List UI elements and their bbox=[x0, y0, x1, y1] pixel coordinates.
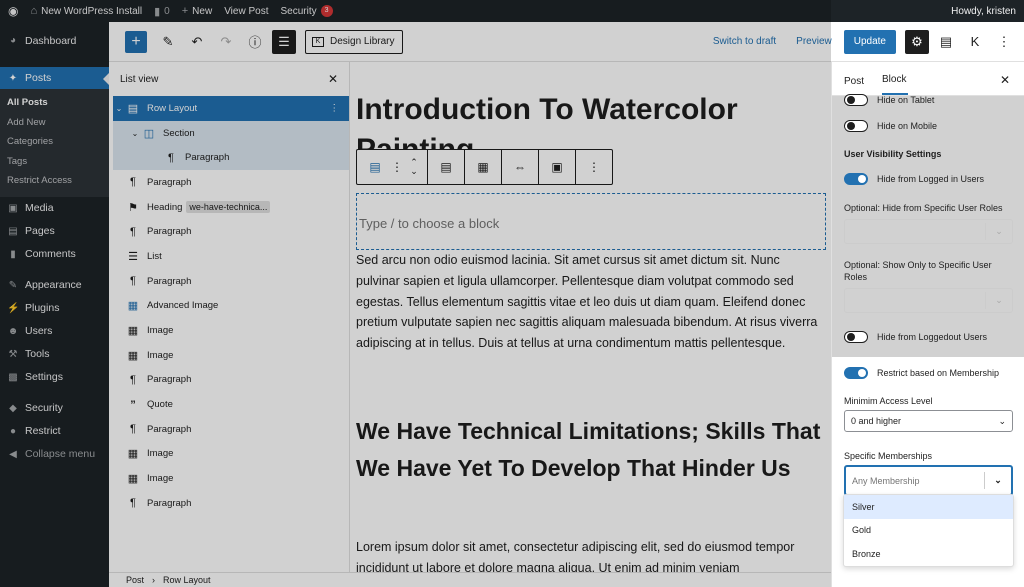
specific-memberships-select[interactable]: Any Membership ⌄ bbox=[844, 465, 1013, 496]
hide-logged-in-row: Hide from Logged in Users bbox=[844, 173, 1013, 185]
dropdown-option-silver[interactable]: Silver bbox=[844, 495, 1013, 519]
hide-logged-out-row: Hide from Loggedout Users bbox=[844, 331, 1013, 343]
close-icon[interactable]: ✕ bbox=[1000, 73, 1010, 87]
update-button[interactable]: Update bbox=[843, 29, 896, 54]
hide-roles-select[interactable]: ⌄ bbox=[844, 219, 1013, 244]
plugin-panel-button[interactable]: ▤ bbox=[934, 30, 958, 54]
select-value: 0 and higher bbox=[851, 416, 902, 426]
kadence-icon: K bbox=[970, 34, 980, 49]
hide-mobile-row: Hide on Mobile bbox=[844, 120, 1013, 132]
chevron-down-icon: ⌄ bbox=[985, 292, 1012, 309]
dropdown-option-bronze[interactable]: Bronze bbox=[844, 542, 1013, 566]
chevron-down-icon: ⌄ bbox=[998, 415, 1006, 426]
toggle-label: Hide on Tablet bbox=[877, 95, 935, 105]
hide-logged-in-toggle[interactable] bbox=[844, 173, 868, 185]
toggle-label: Hide from Logged in Users bbox=[877, 174, 985, 184]
toggle-label: Hide on Mobile bbox=[877, 121, 938, 131]
kadence-button[interactable]: K bbox=[963, 30, 987, 54]
min-access-select[interactable]: 0 and higher ⌄ bbox=[844, 410, 1013, 432]
restrict-membership-toggle[interactable] bbox=[844, 367, 868, 379]
toggle-label: Restrict based on Membership bbox=[877, 368, 1000, 378]
user-visibility-heading: User Visibility Settings bbox=[844, 149, 942, 159]
hide-logged-out-toggle[interactable] bbox=[844, 331, 868, 343]
chevron-down-icon: ⌄ bbox=[985, 223, 1012, 240]
tab-block[interactable]: Block bbox=[882, 74, 909, 95]
hide-mobile-toggle[interactable] bbox=[844, 120, 868, 132]
restrict-membership-row: Restrict based on Membership bbox=[844, 367, 1013, 379]
more-vertical-icon: ⋮ bbox=[997, 33, 1011, 49]
block-settings-panel: Hide on Tablet Hide on Mobile User Visib… bbox=[832, 94, 1024, 357]
toggle-label: Hide from Loggedout Users bbox=[877, 332, 988, 342]
options-button[interactable]: ⋮ bbox=[992, 30, 1016, 54]
settings-toggle-button[interactable]: ⚙ bbox=[905, 29, 929, 54]
select-placeholder: Any Membership bbox=[852, 475, 920, 486]
sidebar-tabs: Post Block ✕ bbox=[832, 62, 1024, 96]
membership-panel: Restrict based on Membership Minimim Acc… bbox=[832, 357, 1024, 496]
panel-icon: ▤ bbox=[939, 33, 953, 49]
tab-post[interactable]: Post bbox=[844, 76, 872, 95]
specific-memberships-label: Specific Memberships bbox=[844, 451, 933, 461]
hide-tablet-row: Hide on Tablet bbox=[844, 94, 1013, 106]
howdy-user-link[interactable]: Howdy, kristen bbox=[945, 0, 1024, 22]
hide-tablet-toggle[interactable] bbox=[844, 94, 868, 106]
show-roles-label: Optional: Show Only to Specific User Rol… bbox=[844, 260, 992, 282]
show-roles-select[interactable]: ⌄ bbox=[844, 288, 1013, 313]
gear-icon: ⚙ bbox=[911, 33, 923, 49]
hide-roles-label: Optional: Hide from Specific User Roles bbox=[844, 203, 1003, 213]
modal-dim-overlay bbox=[0, 0, 831, 587]
min-access-label: Minimim Access Level bbox=[844, 396, 933, 406]
memberships-dropdown: Silver Gold Bronze bbox=[843, 494, 1014, 567]
chevron-down-icon: ⌄ bbox=[984, 472, 1011, 489]
dropdown-option-gold[interactable]: Gold bbox=[844, 519, 1013, 543]
